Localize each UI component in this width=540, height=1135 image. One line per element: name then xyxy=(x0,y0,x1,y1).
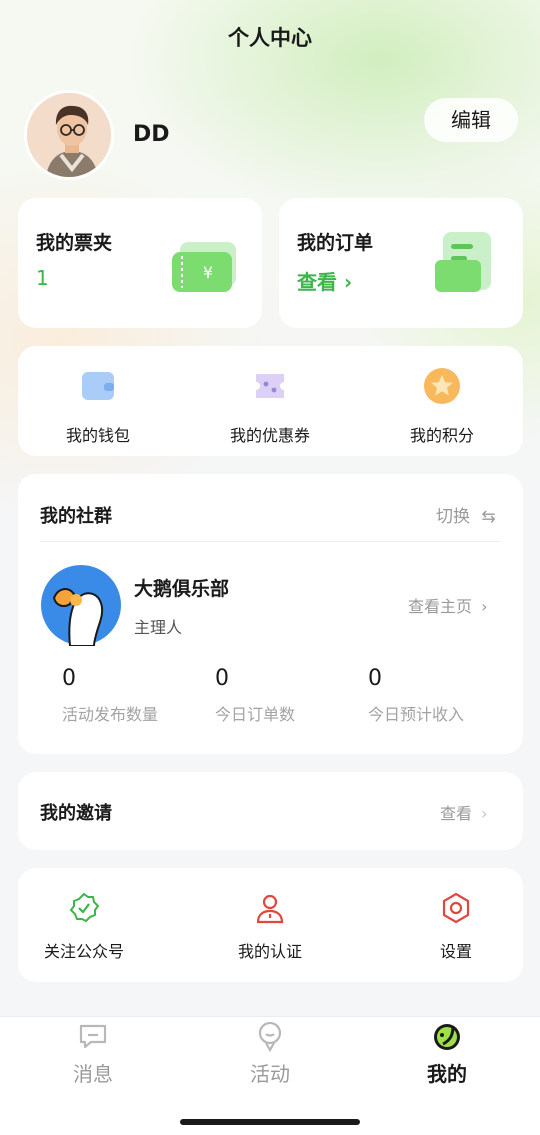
wallet-icon xyxy=(82,372,114,400)
user-lock-icon xyxy=(256,894,284,924)
ticket-wallet-title: 我的票夹 xyxy=(36,232,113,254)
community-title: 我的社群 xyxy=(40,506,112,527)
points-label: 我的积分 xyxy=(409,426,474,445)
community-card: 我的社群 切换 ⇆ 大鹅俱乐部 主理人 查看主页 › 0 活动发布数量 0 今日… xyxy=(18,474,523,754)
switch-arrows-icon: ⇆ xyxy=(481,507,496,527)
tab-activities[interactable]: 活动 xyxy=(210,1020,330,1087)
orders-card[interactable]: 我的订单 查看 › xyxy=(279,198,523,328)
ticket-wallet-card[interactable]: 我的票夹 1 ¥ xyxy=(18,198,262,328)
stat-activities-label: 活动发布数量 xyxy=(62,705,159,724)
service-menu-card: 关注公众号 我的认证 设置 xyxy=(18,868,523,982)
orders-title: 我的订单 xyxy=(297,232,374,254)
follow-account-item[interactable]: 关注公众号 xyxy=(6,892,162,962)
orders-view-link[interactable]: 查看 › xyxy=(297,266,352,295)
invitation-title: 我的邀请 xyxy=(40,803,112,824)
certification-item[interactable]: 我的认证 xyxy=(192,892,348,962)
wallet-label: 我的钱包 xyxy=(65,426,130,445)
stat-orders-label: 今日订单数 xyxy=(215,705,296,724)
coupon-icon xyxy=(256,374,284,398)
stat-activities-value: 0 xyxy=(62,666,76,691)
stat-income-value: 0 xyxy=(368,666,382,691)
message-icon xyxy=(79,1024,107,1049)
stat-activities: 0 活动发布数量 xyxy=(62,666,202,725)
invitation-view-label: 查看 xyxy=(440,804,473,823)
club-homepage-label: 查看主页 xyxy=(408,597,473,616)
invitation-view-link[interactable]: 查看 › xyxy=(440,800,488,824)
stat-income: 0 今日预计收入 xyxy=(368,666,508,725)
page-title: 个人中心 xyxy=(228,26,312,50)
chevron-right-icon: › xyxy=(343,270,353,294)
home-indicator xyxy=(180,1119,360,1125)
invitation-card[interactable]: 我的邀请 查看 › xyxy=(18,772,523,850)
orders-view-label: 查看 xyxy=(297,270,337,294)
chevron-right-icon: › xyxy=(481,804,488,823)
tab-profile[interactable]: 我的 xyxy=(387,1020,507,1087)
ticket-icon: ¥ xyxy=(172,242,236,292)
verified-badge-icon xyxy=(69,892,100,923)
order-document-icon xyxy=(435,232,491,292)
profile-tab-icon xyxy=(434,1024,460,1050)
settings-label: 设置 xyxy=(439,942,472,961)
wallet-item[interactable]: 我的钱包 xyxy=(18,366,178,446)
follow-account-label: 关注公众号 xyxy=(43,942,124,961)
ticket-count: 1 xyxy=(36,266,49,290)
club-role: 主理人 xyxy=(134,618,183,637)
svg-text:¥: ¥ xyxy=(203,263,213,282)
quick-menu-card: 我的钱包 我的优惠券 我的积分 xyxy=(18,346,523,456)
stat-orders: 0 今日订单数 xyxy=(215,666,355,725)
tab-profile-label: 我的 xyxy=(427,1062,467,1086)
edit-profile-button[interactable]: 编辑 xyxy=(424,98,518,142)
community-switch-label: 切换 xyxy=(436,507,470,527)
settings-item[interactable]: 设置 xyxy=(378,892,534,962)
chevron-right-icon: › xyxy=(481,597,488,616)
settings-hex-icon xyxy=(442,892,470,924)
points-item[interactable]: 我的积分 xyxy=(362,366,522,446)
coupon-item[interactable]: 我的优惠券 xyxy=(190,366,350,446)
username: DD xyxy=(133,122,170,147)
divider xyxy=(40,541,501,542)
points-icon xyxy=(424,368,460,404)
coupon-label: 我的优惠券 xyxy=(229,426,310,445)
activity-icon xyxy=(258,1021,282,1053)
stat-income-label: 今日预计收入 xyxy=(368,705,465,724)
club-homepage-link[interactable]: 查看主页 › xyxy=(408,593,488,617)
community-switch-button[interactable]: 切换 ⇆ xyxy=(436,502,496,527)
club-name: 大鹅俱乐部 xyxy=(134,578,230,600)
stat-orders-value: 0 xyxy=(215,666,229,691)
tab-activities-label: 活动 xyxy=(250,1062,290,1086)
tab-messages-label: 消息 xyxy=(73,1062,113,1086)
certification-label: 我的认证 xyxy=(237,942,302,961)
club-avatar-goose-icon[interactable] xyxy=(40,564,122,646)
avatar[interactable] xyxy=(24,90,114,180)
tab-messages[interactable]: 消息 xyxy=(33,1020,153,1087)
